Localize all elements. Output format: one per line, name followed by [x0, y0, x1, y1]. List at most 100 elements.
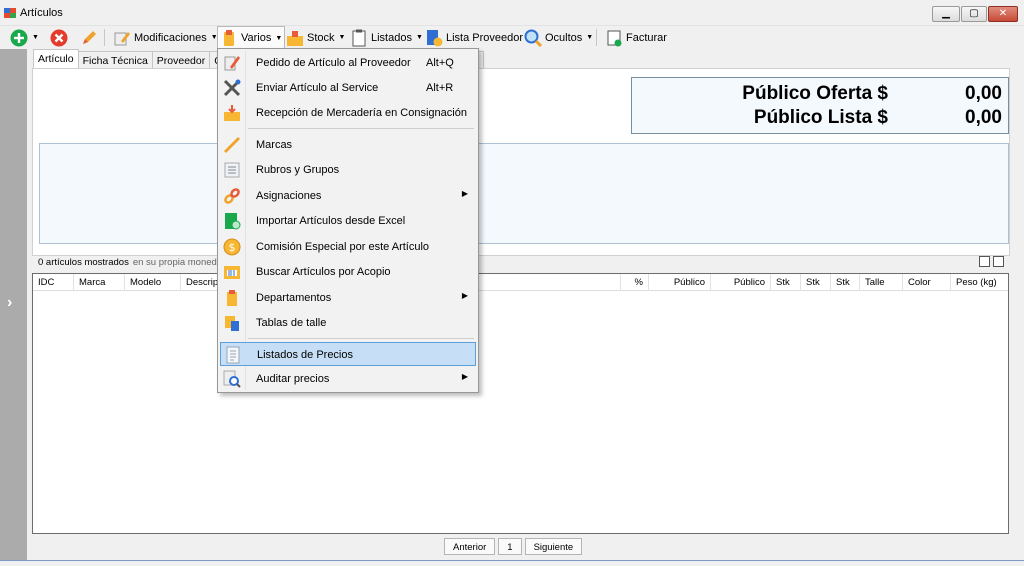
description-box[interactable]: [39, 143, 1009, 244]
prev-page-button[interactable]: Anterior: [444, 538, 496, 555]
close-button[interactable]: ✕: [988, 6, 1018, 22]
menu-item-label: Enviar Artículo al Service: [256, 82, 379, 94]
magnifier-icon: [524, 29, 543, 47]
next-page-button[interactable]: Siguiente: [524, 538, 583, 555]
menu-item-listados-precios[interactable]: Listados de Precios: [220, 342, 476, 366]
menu-item-buscar-acopio[interactable]: Buscar Artículos por Acopio: [220, 260, 476, 284]
listados-menu[interactable]: Listados ▼: [348, 26, 425, 49]
grid-header: IDC Marca Modelo Descrip % Público Públi…: [33, 274, 1008, 291]
modificaciones-menu[interactable]: Modificaciones ▼: [111, 26, 220, 49]
menu-item-label: Importar Artículos desde Excel: [256, 215, 406, 227]
window-title: Artículos: [20, 7, 63, 19]
col-talle[interactable]: Talle: [860, 274, 903, 291]
menu-item-label: Buscar Artículos por Acopio: [256, 266, 391, 278]
export-icon[interactable]: [993, 256, 1004, 267]
grid-settings-icon[interactable]: [979, 256, 990, 267]
lista-value: 0,00: [965, 107, 1002, 128]
tab-proveedor[interactable]: Proveedor: [151, 51, 211, 69]
col-porcentaje[interactable]: %: [621, 274, 649, 291]
box-icon: [286, 29, 304, 47]
pencil-icon: [80, 29, 98, 47]
col-publico-1[interactable]: Público: [649, 274, 711, 291]
menu-item-tablas-talle[interactable]: Tablas de talle: [220, 311, 476, 335]
facturar-button[interactable]: Facturar: [603, 26, 669, 49]
menu-item-pedido-proveedor[interactable]: Pedido de Artículo al Proveedor Alt+Q: [220, 51, 476, 75]
ocultos-label: Ocultos: [545, 31, 583, 44]
submenu-arrow-icon: ▶: [461, 189, 468, 198]
oferta-value: 0,00: [965, 83, 1002, 104]
col-modelo[interactable]: Modelo: [125, 274, 181, 291]
chevron-down-icon: ▼: [586, 34, 594, 41]
plus-circle-icon: [10, 29, 28, 47]
chevron-right-icon: ›: [7, 294, 13, 311]
articles-grid[interactable]: IDC Marca Modelo Descrip % Público Públi…: [32, 273, 1009, 534]
pencil-note-icon: [223, 54, 241, 72]
col-color[interactable]: Color: [903, 274, 951, 291]
invoice-icon: [605, 29, 623, 47]
chevron-down-icon: ▼: [338, 34, 346, 41]
upload-document-icon: [425, 29, 443, 47]
currency-note: en su propia moneda: [132, 257, 223, 268]
window-bottom-border: [0, 560, 1024, 566]
stock-label: Stock: [307, 31, 335, 44]
add-button[interactable]: ▼: [8, 26, 41, 49]
menu-item-label: Recepción de Mercadería en Consignación: [256, 107, 467, 119]
ocultos-menu[interactable]: Ocultos ▼: [522, 26, 595, 49]
col-stk-3[interactable]: Stk: [831, 274, 860, 291]
varios-menu[interactable]: Varios ▼: [217, 26, 286, 49]
toolbar: ▼ Modificaciones ▼ Varios ▼ Stock ▼ List…: [0, 26, 1024, 49]
menu-item-asignaciones[interactable]: Asignaciones ▶: [220, 184, 476, 208]
menu-item-importar-excel[interactable]: Importar Artículos desde Excel: [220, 209, 476, 233]
main-area: Artículo Ficha Técnica Proveedor Códi do…: [27, 49, 1017, 560]
app-icon: [4, 8, 16, 18]
tab-ficha-tecnica[interactable]: Ficha Técnica: [77, 51, 153, 69]
menu-item-recepcion-consignacion[interactable]: Recepción de Mercadería en Consignación: [220, 101, 476, 125]
tab-strip: Artículo Ficha Técnica Proveedor Códi do…: [33, 49, 485, 79]
col-publico-2[interactable]: Público: [711, 274, 771, 291]
stock-menu[interactable]: Stock ▼: [284, 26, 347, 49]
minimize-button[interactable]: ▁: [932, 6, 960, 22]
delete-button[interactable]: [48, 26, 70, 49]
link-icon: [223, 187, 241, 205]
menu-item-rubros-grupos[interactable]: Rubros y Grupos: [220, 158, 476, 182]
menu-item-label: Pedido de Artículo al Proveedor: [256, 57, 411, 69]
menu-item-departamentos[interactable]: Departamentos ▶: [220, 286, 476, 310]
col-stk-2[interactable]: Stk: [801, 274, 831, 291]
listados-label: Listados: [371, 31, 412, 44]
audit-magnifier-icon: [223, 370, 241, 388]
menu-item-shortcut: Alt+R: [426, 82, 454, 94]
menu-item-auditar-precios[interactable]: Auditar precios ▶: [220, 367, 476, 391]
col-marca[interactable]: Marca: [74, 274, 125, 291]
maximize-button[interactable]: ▢: [961, 6, 987, 22]
tools-icon: [223, 79, 241, 97]
shirt-size-icon: [223, 314, 241, 332]
col-stk-1[interactable]: Stk: [771, 274, 801, 291]
menu-item-marcas[interactable]: Marcas: [220, 133, 476, 157]
chevron-down-icon: ▼: [32, 34, 39, 41]
col-idc[interactable]: IDC: [33, 274, 74, 291]
menu-item-comision-especial[interactable]: $ Comisión Especial por este Artículo: [220, 235, 476, 259]
modificaciones-label: Modificaciones: [134, 31, 207, 44]
tab-articulo[interactable]: Artículo: [33, 49, 79, 69]
edit-button[interactable]: [78, 26, 100, 49]
box-arrow-icon: [223, 104, 241, 122]
count-text: 0 artículos mostrados: [38, 257, 129, 268]
col-peso[interactable]: Peso (kg): [951, 274, 1009, 291]
pagination: Anterior 1 Siguiente: [444, 538, 583, 555]
page-number-field[interactable]: 1: [498, 538, 522, 555]
menu-item-label: Departamentos: [256, 292, 332, 304]
minimize-icon: ▁: [942, 8, 950, 19]
bag-icon: [220, 29, 238, 47]
view-options: [979, 256, 1004, 267]
facturar-label: Facturar: [626, 31, 667, 44]
lista-proveedor-label: Lista Proveedor: [446, 31, 524, 44]
collapsed-side-panel[interactable]: ›: [0, 49, 27, 560]
menu-item-enviar-service[interactable]: Enviar Artículo al Service Alt+R: [220, 76, 476, 100]
chevron-down-icon: ▼: [275, 34, 283, 42]
lista-proveedor-button[interactable]: Lista Proveedor: [423, 26, 525, 49]
ruler-icon: [223, 136, 241, 154]
close-icon: ✕: [998, 8, 1008, 19]
lista-row: Público Lista $ 0,00: [632, 107, 1008, 131]
menu-item-label: Listados de Precios: [257, 349, 353, 361]
menu-item-shortcut: Alt+Q: [426, 57, 454, 69]
